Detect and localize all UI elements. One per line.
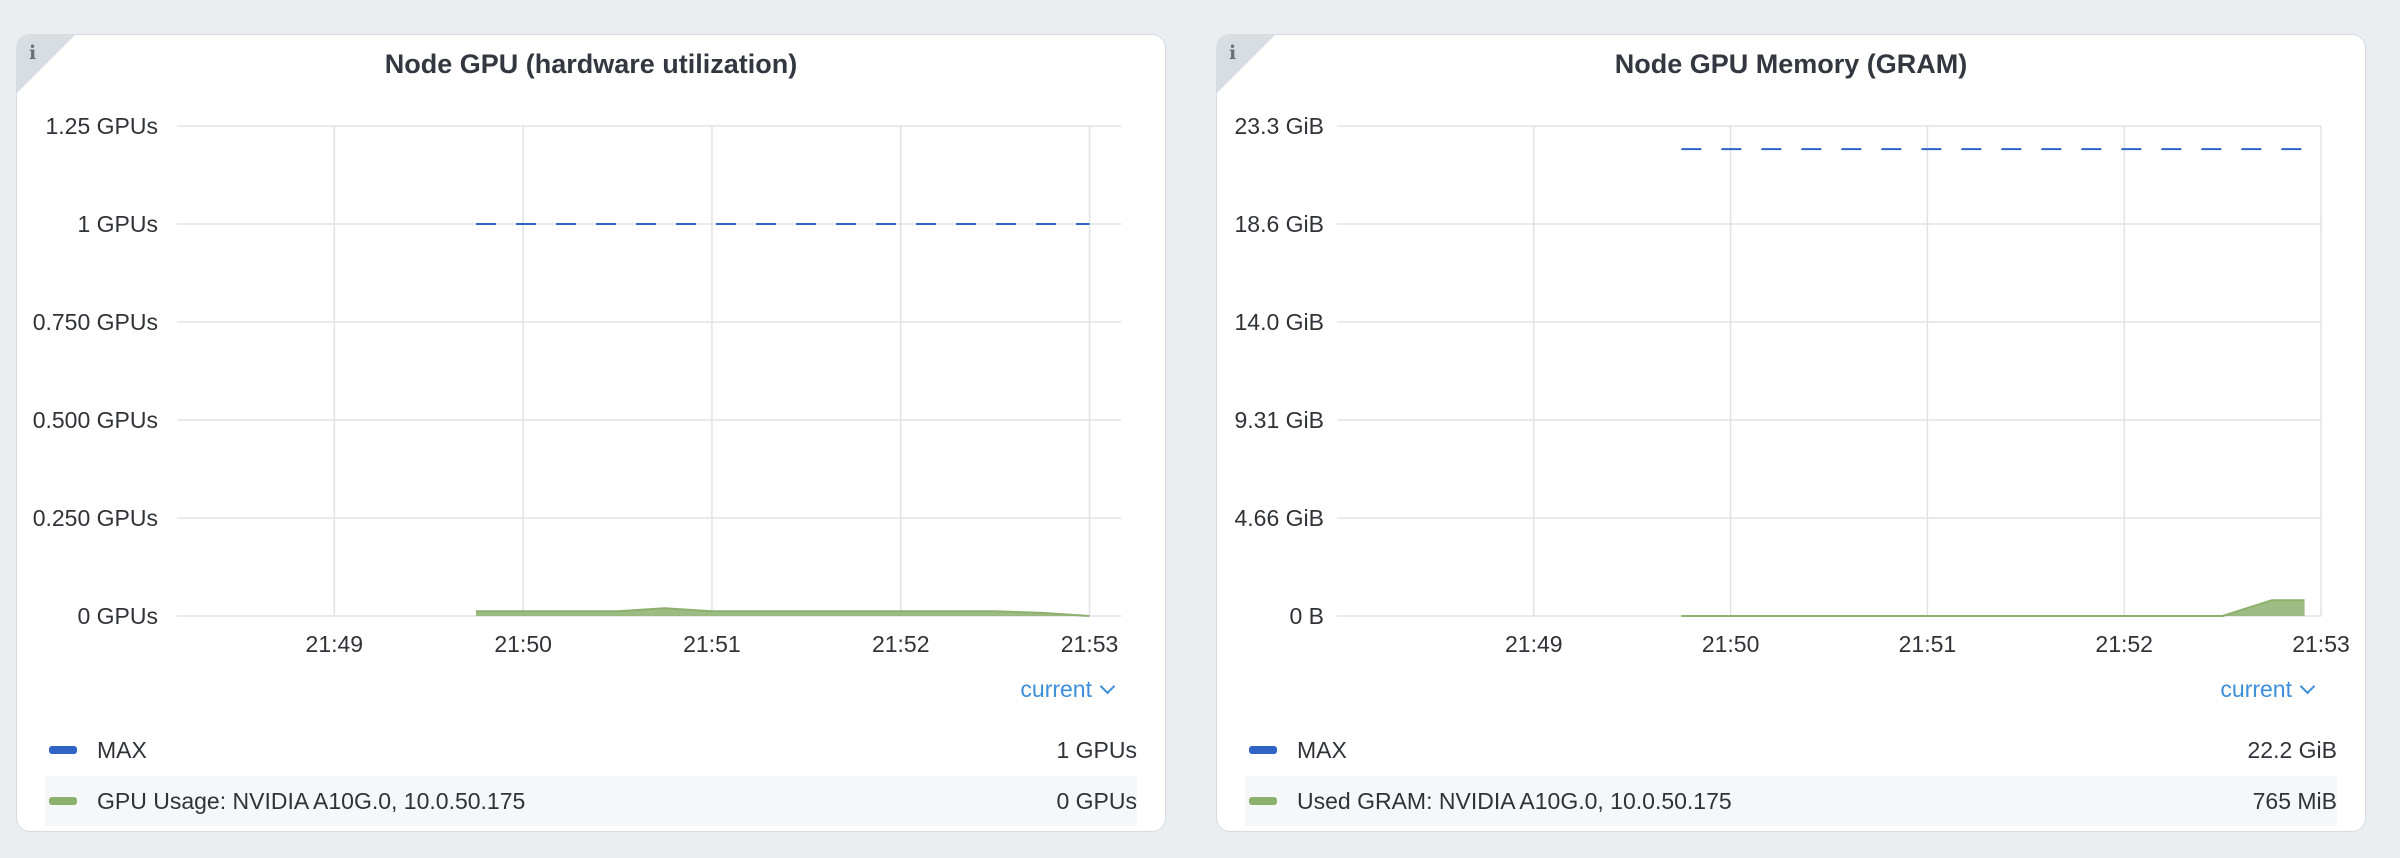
y-tick-label: 0.250 GPUs: [33, 505, 158, 531]
legend-value: 765 MiB: [2252, 787, 2337, 814]
x-tick-label: 21:50: [494, 631, 552, 657]
legend-label: GPU Usage: NVIDIA A10G.0, 10.0.50.175: [97, 787, 526, 814]
gpu-utilization-panel: i Node GPU (hardware utilization) 0 GPUs…: [16, 34, 1166, 832]
y-tick-label: 18.6 GiB: [1235, 211, 1325, 237]
x-tick-label: 21:53: [1061, 631, 1119, 657]
x-tick-label: 21:51: [683, 631, 741, 657]
x-tick-label: 21:53: [2292, 631, 2350, 657]
legend-label: MAX: [97, 736, 147, 763]
legend-swatch-used-gram: [1249, 797, 1277, 805]
y-tick-label: 0.750 GPUs: [33, 309, 158, 335]
x-tick-label: 21:49: [1505, 631, 1563, 657]
y-tick-label: 0 B: [1289, 603, 1324, 629]
legend-value: 0 GPUs: [1056, 787, 1137, 814]
legend-value: 22.2 GiB: [2247, 736, 2338, 763]
legend-value: 1 GPUs: [1056, 736, 1137, 763]
legend-current-toggle[interactable]: current: [2220, 676, 2316, 703]
x-tick-label: 21:52: [2095, 631, 2153, 657]
legend-item-usage[interactable]: GPU Usage: NVIDIA A10G.0, 10.0.50.175 0 …: [45, 776, 1137, 826]
y-tick-label: 9.31 GiB: [1235, 407, 1325, 433]
legend-current-toggle[interactable]: current: [1020, 676, 1116, 703]
legend-swatch-usage: [49, 797, 77, 805]
gpu-memory-panel: i Node GPU Memory (GRAM) 0 B 4.66 GiB 9.31…: [1216, 34, 2366, 832]
series-line-usage[interactable]: [1681, 599, 2305, 617]
legend-item-max[interactable]: MAX 1 GPUs: [45, 725, 1137, 775]
y-tick-label: 1 GPUs: [77, 211, 158, 237]
legend-toggle-label: current: [2220, 676, 2292, 702]
x-tick-label: 21:50: [1702, 631, 1760, 657]
legend-label: MAX: [1297, 736, 1347, 763]
chevron-down-icon: [2299, 678, 2316, 695]
legend-swatch-max: [1249, 746, 1277, 754]
gpu-utilization-chart[interactable]: 0 GPUs 0.250 GPUs 0.500 GPUs 0.750 GPUs 1 GP…: [17, 35, 1166, 675]
x-tick-label: 21:52: [872, 631, 930, 657]
y-tick-label: 23.3 GiB: [1235, 113, 1325, 139]
y-tick-label: 0 GPUs: [77, 603, 158, 629]
y-tick-label: 1.25 GPUs: [46, 113, 159, 139]
y-tick-label: 0.500 GPUs: [33, 407, 158, 433]
legend-item-used-gram[interactable]: Used GRAM: NVIDIA A10G.0, 10.0.50.175 76…: [1245, 776, 2337, 826]
x-tick-label: 21:51: [1899, 631, 1957, 657]
gpu-memory-chart[interactable]: 0 B 4.66 GiB 9.31 GiB 14.0 GiB 18.6 GiB 23.3 …: [1217, 35, 2366, 675]
legend-label: Used GRAM: NVIDIA A10G.0, 10.0.50.175: [1297, 787, 1732, 814]
series-area-usage[interactable]: [1681, 600, 2305, 616]
chevron-down-icon: [1099, 678, 1116, 695]
y-tick-label: 4.66 GiB: [1235, 505, 1325, 531]
y-tick-label: 14.0 GiB: [1235, 309, 1325, 335]
legend-swatch-max: [49, 746, 77, 754]
legend-item-max[interactable]: MAX 22.2 GiB: [1245, 725, 2337, 775]
legend-toggle-label: current: [1020, 676, 1092, 702]
x-tick-label: 21:49: [306, 631, 364, 657]
